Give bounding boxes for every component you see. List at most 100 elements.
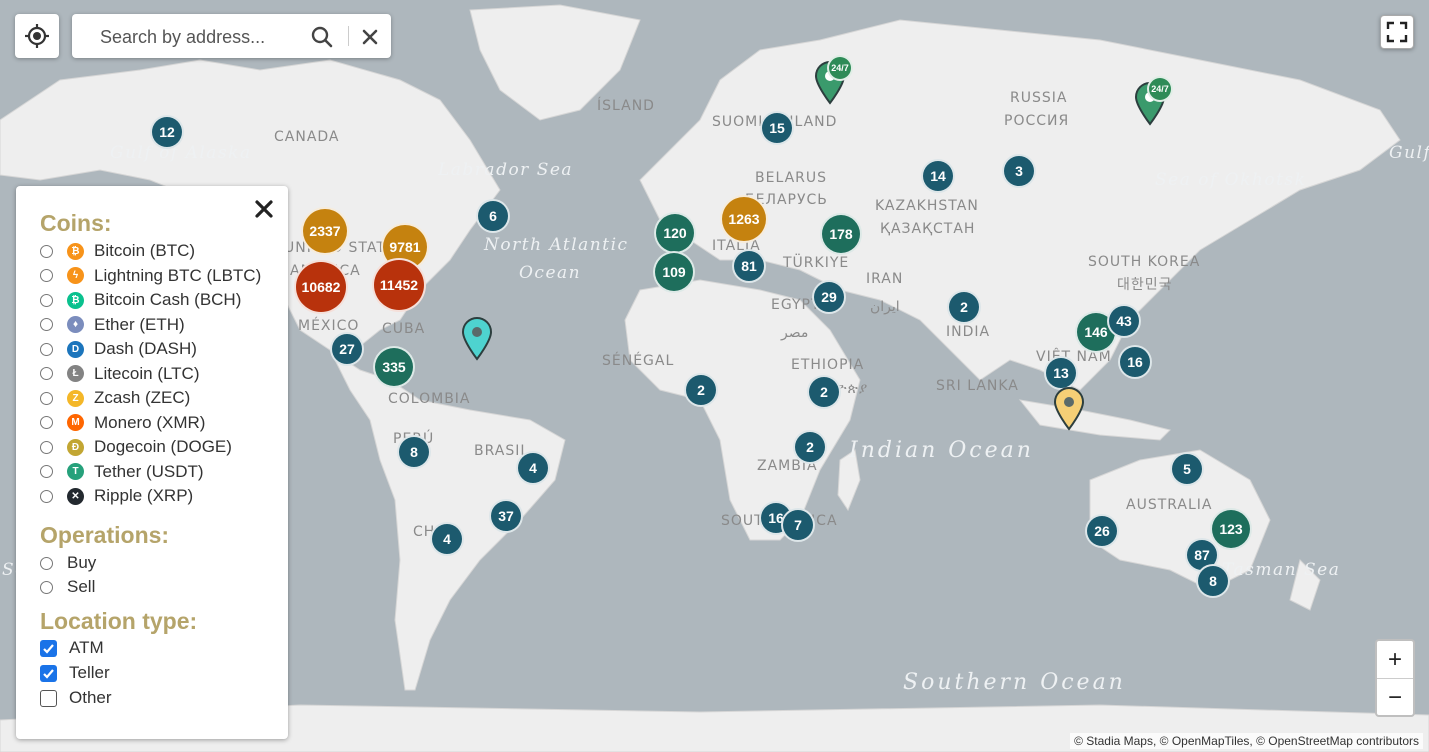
- crosshair-icon: [25, 24, 49, 48]
- cluster-marker[interactable]: 1263: [720, 195, 768, 243]
- radio-button[interactable]: [40, 440, 53, 454]
- coin-option[interactable]: ✕ Ripple (XRP): [40, 485, 193, 507]
- bitcoin-icon: ₿: [67, 242, 84, 260]
- map-attribution[interactable]: © Stadia Maps, © OpenMapTiles, © OpenStr…: [1070, 733, 1423, 749]
- operations-heading: Operations:: [40, 522, 170, 548]
- coin-label: Bitcoin Cash (BCH): [94, 290, 242, 309]
- map-pin-icon: [1053, 387, 1085, 431]
- coin-label: Ripple (XRP): [94, 486, 194, 505]
- radio-button[interactable]: [40, 556, 53, 570]
- radio-button[interactable]: [40, 244, 53, 258]
- cluster-marker[interactable]: 15: [760, 111, 794, 145]
- world-map[interactable]: CANADA ÍSLAND SUOMI FINLAND BELARUS БЕЛА…: [0, 0, 1429, 752]
- coin-option[interactable]: ♦ Ether (ETH): [40, 314, 185, 336]
- search-divider: [348, 26, 349, 46]
- cluster-marker[interactable]: 8: [397, 435, 431, 469]
- location-pin-marker[interactable]: [460, 315, 494, 366]
- coin-option[interactable]: Ł Litecoin (LTC): [40, 363, 200, 385]
- close-icon: [362, 29, 378, 45]
- search-input[interactable]: [98, 23, 302, 51]
- fullscreen-icon: [1386, 21, 1408, 43]
- location-pin-marker[interactable]: [1052, 385, 1086, 436]
- cluster-marker[interactable]: 6: [476, 199, 510, 233]
- cluster-marker[interactable]: 5: [1170, 452, 1204, 486]
- cluster-marker[interactable]: 26: [1085, 514, 1119, 548]
- africa-landmass: [624, 279, 861, 541]
- radio-button[interactable]: [40, 318, 53, 331]
- radio-button[interactable]: [40, 293, 53, 307]
- cluster-marker[interactable]: 14: [921, 159, 955, 193]
- cluster-marker[interactable]: 3: [1002, 154, 1036, 188]
- indonesia-landmass: [1018, 399, 1171, 441]
- monero-icon: M: [67, 414, 84, 431]
- cluster-marker[interactable]: 178: [820, 213, 862, 255]
- coin-label: Dash (DASH): [94, 339, 197, 358]
- radio-button[interactable]: [40, 269, 53, 282]
- cluster-marker[interactable]: 7: [781, 508, 815, 542]
- coin-label: Tether (USDT): [94, 461, 204, 481]
- coin-label: Bitcoin (BTC): [94, 241, 196, 260]
- coin-option[interactable]: M Monero (XMR): [40, 412, 205, 434]
- litecoin-icon: Ł: [67, 365, 84, 382]
- coins-heading: Coins:: [40, 210, 112, 236]
- south-america-landmass: [328, 348, 566, 691]
- checkbox[interactable]: [40, 664, 57, 682]
- radio-button[interactable]: [40, 342, 53, 356]
- cluster-marker[interactable]: 109: [653, 251, 695, 293]
- new-zealand-landmass: [1289, 559, 1321, 611]
- coin-option[interactable]: Đ Dogecoin (DOGE): [40, 436, 232, 458]
- checkbox[interactable]: [40, 639, 57, 657]
- radio-button[interactable]: [40, 465, 53, 478]
- close-panel-button[interactable]: [253, 198, 275, 220]
- coin-option[interactable]: ₿ Bitcoin Cash (BCH): [40, 289, 241, 311]
- coin-option[interactable]: T Tether (USDT): [40, 461, 204, 483]
- location-type-heading: Location type:: [40, 608, 198, 634]
- cluster-marker[interactable]: 81: [732, 249, 766, 283]
- radio-button[interactable]: [40, 580, 53, 594]
- radio-button[interactable]: [40, 391, 53, 405]
- cluster-marker[interactable]: 2: [684, 373, 718, 407]
- operation-option-buy[interactable]: Buy: [40, 552, 96, 574]
- cluster-marker[interactable]: 4: [430, 522, 464, 556]
- tether-icon: T: [67, 463, 84, 480]
- coin-option[interactable]: ₿ Bitcoin (BTC): [40, 240, 195, 262]
- radio-button[interactable]: [40, 416, 53, 429]
- map-pin-icon: [461, 317, 493, 361]
- zoom-in-button[interactable]: +: [1377, 641, 1413, 679]
- cluster-marker[interactable]: 8: [1196, 564, 1230, 598]
- locate-me-button[interactable]: [15, 14, 59, 58]
- cluster-marker[interactable]: 11452: [372, 258, 426, 312]
- coin-label: Litecoin (LTC): [94, 363, 200, 383]
- cluster-marker[interactable]: 4: [516, 451, 550, 485]
- cluster-marker[interactable]: 37: [489, 499, 523, 533]
- clear-search-button[interactable]: [360, 27, 380, 47]
- cluster-marker[interactable]: 120: [654, 212, 696, 254]
- cluster-marker[interactable]: 335: [373, 346, 415, 388]
- cluster-marker[interactable]: 29: [812, 280, 846, 314]
- checkbox[interactable]: [40, 689, 57, 707]
- dogecoin-icon: Đ: [67, 438, 84, 456]
- coin-option[interactable]: D Dash (DASH): [40, 338, 197, 360]
- location-option-teller[interactable]: Teller: [40, 662, 110, 684]
- zoom-out-button[interactable]: −: [1377, 679, 1413, 716]
- fullscreen-button[interactable]: [1380, 15, 1414, 49]
- coin-option[interactable]: Z Zcash (ZEC): [40, 387, 190, 409]
- search-button[interactable]: [310, 25, 334, 49]
- radio-button[interactable]: [40, 489, 53, 503]
- cluster-marker[interactable]: 12: [150, 115, 184, 149]
- radio-button[interactable]: [40, 367, 53, 380]
- cluster-marker[interactable]: 2: [807, 375, 841, 409]
- cluster-marker[interactable]: 123: [1210, 508, 1252, 550]
- cluster-marker[interactable]: 2: [947, 290, 981, 324]
- zcash-icon: Z: [67, 389, 84, 407]
- cluster-marker[interactable]: 16: [1118, 345, 1152, 379]
- cluster-marker[interactable]: 2337: [301, 207, 349, 255]
- coin-option[interactable]: ϟ Lightning BTC (LBTC): [40, 265, 261, 287]
- cluster-marker[interactable]: 43: [1107, 304, 1141, 338]
- cluster-marker[interactable]: 2: [793, 430, 827, 464]
- operation-option-sell[interactable]: Sell: [40, 576, 95, 598]
- cluster-marker[interactable]: 27: [330, 332, 364, 366]
- cluster-marker[interactable]: 10682: [294, 260, 348, 314]
- location-option-atm[interactable]: ATM: [40, 637, 104, 659]
- location-option-other[interactable]: Other: [40, 687, 112, 709]
